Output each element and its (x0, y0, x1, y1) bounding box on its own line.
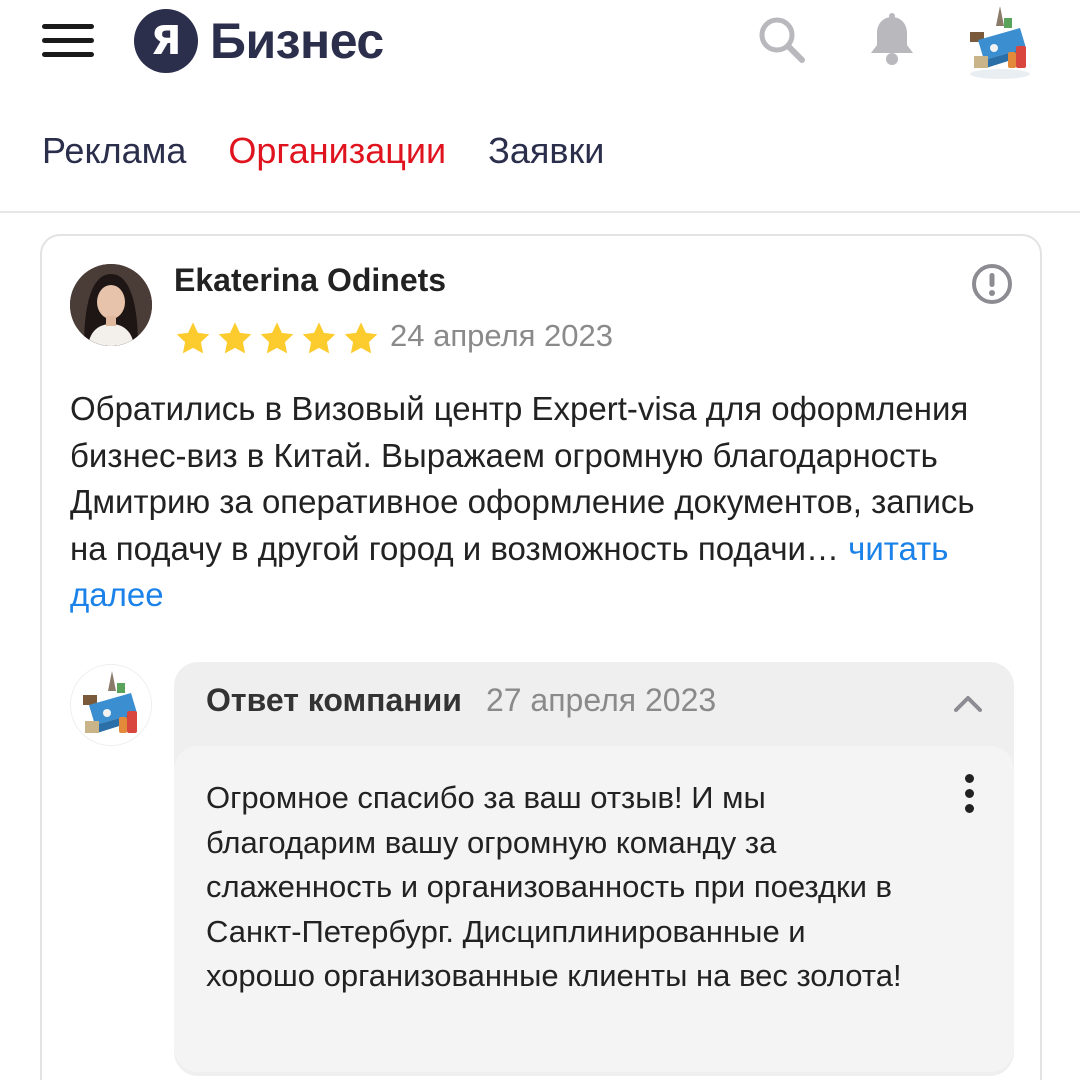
review-text: Обратились в Визовый центр Expert-visa д… (70, 386, 1020, 619)
more-options-icon[interactable] (954, 774, 984, 822)
bell-icon[interactable] (862, 10, 922, 70)
yandex-business-logo[interactable]: Я Бизнес (134, 8, 384, 74)
reply-text: Огромное спасибо за ваш отзыв! И мы благ… (206, 780, 902, 993)
review-body: Обратились в Визовый центр Expert-visa д… (70, 390, 975, 567)
review-date: 24 апреля 2023 (390, 318, 614, 353)
star-icon (218, 322, 252, 354)
reply-date: 27 апреля 2023 (485, 682, 717, 718)
dot (964, 789, 974, 798)
tab-organizations[interactable]: Организации (228, 130, 446, 172)
logo-text: Бизнес (210, 13, 384, 69)
search-icon[interactable] (752, 10, 812, 70)
star-icon (176, 322, 210, 354)
reply-title: Ответ компании (206, 682, 462, 718)
reply-header: Ответ компании 27 апреля 2023 (206, 682, 716, 719)
app-header: Я Бизнес (0, 0, 1080, 90)
menu-bar (42, 24, 94, 29)
chevron-up-icon[interactable] (950, 686, 986, 722)
rating-stars (174, 320, 380, 358)
logo-letter: Я (134, 9, 198, 73)
tab-requests[interactable]: Заявки (488, 130, 604, 172)
star-icon (302, 322, 336, 354)
reviewer-avatar[interactable] (70, 264, 152, 346)
dot (964, 804, 974, 813)
star-icon (344, 322, 378, 354)
reviewer-name[interactable]: Ekaterina Odinets (174, 262, 446, 299)
menu-bar (42, 52, 94, 57)
menu-bar (42, 38, 94, 43)
menu-icon[interactable] (40, 22, 96, 58)
company-reply: Ответ компании 27 апреля 2023 Огромное с… (174, 662, 1014, 1076)
nav-tabs: Реклама Организации Заявки (42, 130, 646, 172)
page: Я Бизнес Реклама Организации Заявки Ekat… (0, 0, 1080, 1080)
tabs-divider (0, 211, 1080, 213)
dot (964, 774, 974, 783)
user-avatar[interactable] (964, 4, 1036, 80)
tab-advertising[interactable]: Реклама (42, 130, 186, 172)
star-icon (260, 322, 294, 354)
reply-body-container: Огромное спасибо за ваш отзыв! И мы благ… (174, 746, 1014, 1072)
report-icon[interactable] (970, 262, 1014, 306)
review-card: Ekaterina Odinets 24 апреля 2023 Обратил… (40, 234, 1042, 1080)
company-avatar[interactable] (70, 664, 152, 746)
